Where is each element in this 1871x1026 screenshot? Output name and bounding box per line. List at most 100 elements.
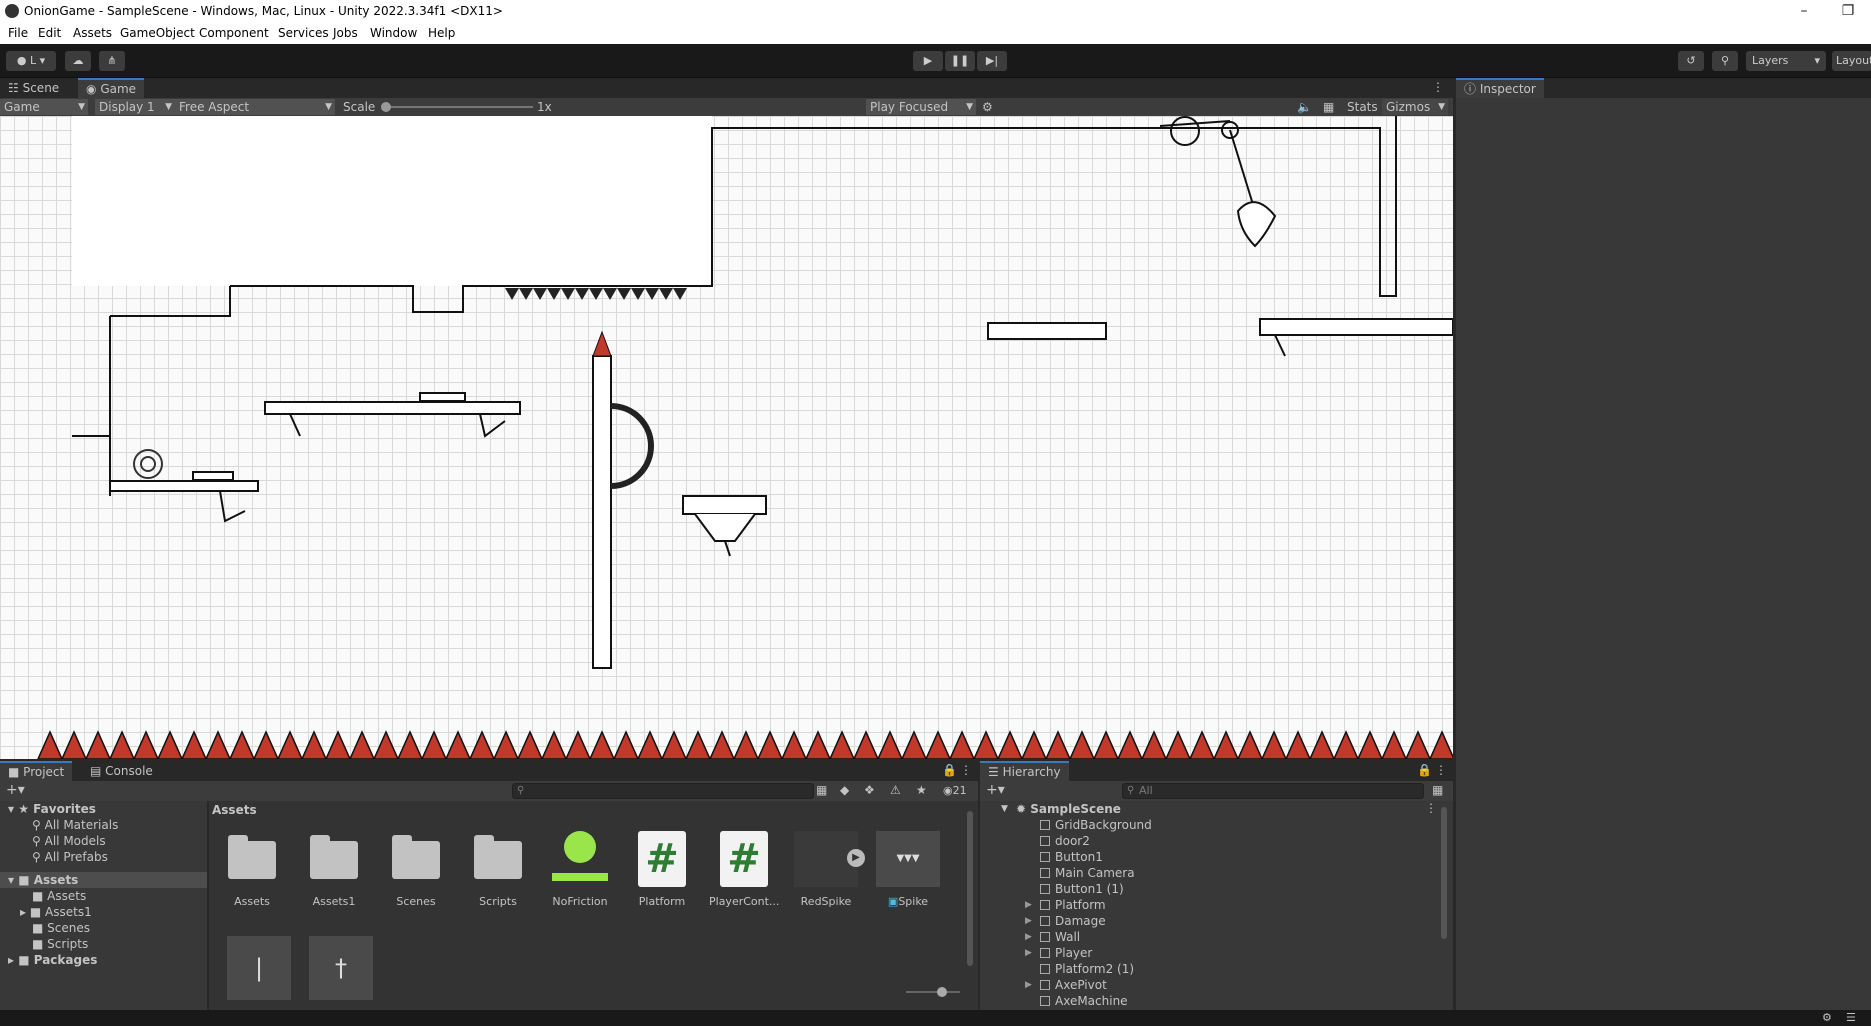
hierarchy-scene-root[interactable]: ▼ ✹ SampleScene [1001,801,1121,817]
tab-game[interactable]: ◉ Game [78,78,145,98]
layers-dropdown[interactable]: Layers ▾ [1746,51,1826,71]
play-mode-dropdown[interactable]: Play Focused ▼ [866,99,976,115]
menu-jobs[interactable]: Jobs [333,26,358,40]
chevron-right-icon[interactable]: ▶ [1025,945,1032,961]
hierarchy-item[interactable]: GridBackground [1040,817,1152,833]
hierarchy-item[interactable]: ▶ AxePivot [1025,977,1107,993]
menu-help[interactable]: Help [428,26,455,40]
scale-slider-thumb[interactable] [381,102,391,112]
asset-nofriction[interactable]: NoFriction [545,831,615,911]
scale-slider-track[interactable] [385,106,533,108]
search-by-type-icon[interactable]: ▦ [816,783,827,797]
panel-menu-icon[interactable]: ⋮ [1432,80,1444,94]
scene-menu-icon[interactable]: ⋮ [1425,801,1437,815]
hierarchy-item[interactable]: Button1 (1) [1040,881,1124,897]
asset-thumbnail-stick[interactable]: | [227,936,291,1000]
star-icon[interactable]: ★ [916,783,927,797]
tree-assets-scenes[interactable]: ■ Scenes [32,920,90,936]
step-button[interactable]: ▶| [977,51,1007,71]
bug-icon[interactable]: ⚙ [982,99,993,115]
menu-services[interactable]: Services [278,26,329,40]
lock-icon[interactable]: 🔒 [1417,763,1432,777]
chevron-right-icon[interactable]: ▶ [1025,897,1032,913]
stats-button[interactable]: Stats [1347,99,1378,115]
asset-folder-scripts[interactable]: Scripts [463,831,533,911]
chevron-right-icon[interactable]: ▶ [1025,977,1032,993]
tab-scene[interactable]: ☷ Scene [0,78,67,98]
hidden-packages-count[interactable]: ◉21 [943,784,967,797]
tab-inspector[interactable]: ⓘ Inspector [1456,78,1544,98]
account-button[interactable]: ● L ▾ [6,51,56,71]
asset-spike-prefab[interactable]: ▼▼▼ ▣Spike [873,831,943,911]
cloud-button[interactable]: ☁ [65,51,91,71]
tag-icon[interactable]: ❖ [864,783,875,797]
hierarchy-item[interactable]: ▶ Wall [1025,929,1080,945]
menu-edit[interactable]: Edit [38,26,61,40]
tree-all-models[interactable]: ⚲ All Models [32,833,106,849]
project-search-input[interactable]: ⚲ [512,783,814,799]
tree-assets-assets1[interactable]: ▸ ■ Assets1 [20,904,92,920]
tab-hierarchy[interactable]: ☰ Hierarchy [980,761,1069,781]
game-mode-dropdown[interactable]: Game ▼ [0,99,88,115]
speaker-icon[interactable]: 🔈 [1297,99,1312,115]
asset-folder-assets1[interactable]: Assets1 [299,831,369,911]
play-icon[interactable]: ▶ [847,849,865,867]
asset-redspike[interactable]: ▶ RedSpike [791,831,865,911]
hierarchy-item[interactable]: ▶ Platform [1025,897,1106,913]
asset-thumbnail-axe[interactable]: † [309,936,373,1000]
create-button[interactable]: +▾ [986,782,1005,798]
asset-playercontroller-script[interactable]: # PlayerCont... [709,831,779,911]
tree-favorites[interactable]: ▾ ★ Favorites [8,801,96,817]
play-button[interactable]: ▶ [913,51,943,71]
hierarchy-item[interactable]: Main Camera [1040,865,1135,881]
hierarchy-search-input[interactable]: ⚲ All [1122,783,1424,799]
tree-assets-assets[interactable]: ■ Assets [32,888,86,904]
tree-assets-scripts[interactable]: ■ Scripts [32,936,88,952]
warning-icon[interactable]: ⚠ [890,783,901,797]
scene-visibility-icon[interactable]: ▦ [1432,783,1443,797]
asset-folder-scenes[interactable]: Scenes [381,831,451,911]
menu-gameobject[interactable]: GameObject [120,26,195,40]
menu-assets[interactable]: Assets [73,26,112,40]
undo-history-button[interactable]: ↺ [1678,51,1704,71]
tab-project[interactable]: ■ Project [0,761,73,781]
search-by-label-icon[interactable]: ◆ [840,783,849,797]
hierarchy-scrollbar[interactable] [1441,807,1447,939]
chevron-right-icon[interactable]: ▶ [1025,929,1032,945]
tab-console[interactable]: ▤ Console [82,761,161,781]
menu-window[interactable]: Window [370,26,417,40]
asset-folder-assets[interactable]: Assets [217,831,287,911]
menu-file[interactable]: File [8,26,28,40]
hierarchy-item[interactable]: ▶ Damage [1025,913,1106,929]
tree-packages[interactable]: ▸ ■ Packages [8,952,97,968]
minimize-icon[interactable]: – [1794,2,1814,20]
search-button[interactable]: ⚲ [1712,51,1738,71]
grid-icon[interactable]: ▦ [1323,99,1334,115]
gizmos-dropdown[interactable]: Gizmos ▼ [1382,99,1448,115]
hierarchy-item[interactable]: door2 [1040,833,1090,849]
asset-platform-script[interactable]: # Platform [627,831,697,911]
hierarchy-item[interactable]: ▶ Player [1025,945,1092,961]
hierarchy-item[interactable]: Button1 [1040,849,1103,865]
collab-button[interactable]: ⋔ [99,51,125,71]
display-dropdown[interactable]: Display 1 ▼ [95,99,175,115]
restore-icon[interactable]: ❐ [1838,2,1858,20]
hierarchy-item[interactable]: AxeMachine [1040,993,1128,1009]
tree-all-prefabs[interactable]: ⚲ All Prefabs [32,849,108,865]
aspect-dropdown[interactable]: Free Aspect ▼ [175,99,335,115]
panel-menu-icon[interactable]: ⋮ [1435,763,1447,777]
panel-menu-icon[interactable]: ⋮ [960,763,972,777]
pause-button[interactable]: ❚❚ [945,51,975,71]
menu-component[interactable]: Component [199,26,269,40]
asset-scrollbar[interactable] [967,811,973,966]
game-viewport[interactable] [0,116,1453,759]
lock-icon[interactable]: 🔒 [942,763,957,777]
icon-size-slider-thumb[interactable] [937,987,947,997]
tree-assets[interactable]: ▾ ■ Assets [8,872,78,888]
tree-all-materials[interactable]: ⚲ All Materials [32,817,118,833]
hierarchy-item[interactable]: Platform2 (1) [1040,961,1134,977]
create-button[interactable]: +▾ [6,782,25,798]
icon-size-slider[interactable] [906,991,960,993]
chevron-right-icon[interactable]: ▶ [1025,913,1032,929]
layout-dropdown[interactable]: Layout [1832,51,1871,71]
